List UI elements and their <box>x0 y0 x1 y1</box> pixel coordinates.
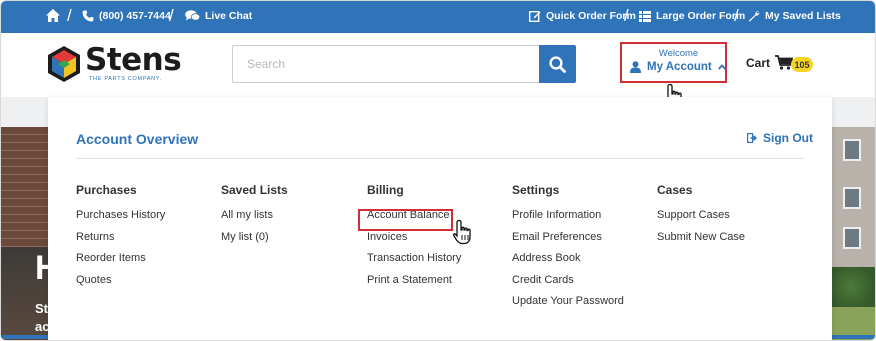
phone-icon <box>82 10 94 22</box>
live-chat-label: Live Chat <box>205 10 253 22</box>
menu-item-my-list[interactable]: My list (0) <box>221 231 288 253</box>
account-menu-panel: Account Overview Sign Out Purchases Purc… <box>48 97 832 340</box>
menu-item-address-book[interactable]: Address Book <box>512 252 624 274</box>
home-icon <box>46 9 60 22</box>
page-frame: / (800) 457-7444 / Live Chat Quick Order… <box>0 0 876 341</box>
house-window <box>843 187 861 209</box>
house-shrubs <box>831 267 875 307</box>
account-balance-highlight <box>358 209 453 231</box>
column-heading: Billing <box>367 183 404 197</box>
home-link[interactable] <box>46 9 60 22</box>
hero-subtext-1: St <box>35 301 48 316</box>
wrench-icon <box>748 11 760 22</box>
menu-column-saved-lists: Saved Lists All my lists My list (0) <box>221 183 288 252</box>
list-icon <box>639 10 651 22</box>
column-heading: Cases <box>657 183 693 197</box>
menu-column-settings: Settings Profile Information Email Prefe… <box>512 183 624 317</box>
cart-label: Cart <box>746 55 771 70</box>
my-account-dropdown[interactable]: Welcome My Account <box>620 42 727 83</box>
column-heading: Purchases <box>76 183 137 197</box>
stens-logo[interactable]: Stens THE PARTS COMPANY. <box>45 42 187 85</box>
menu-item-purchases-history[interactable]: Purchases History <box>76 209 165 231</box>
quick-order-label: Quick Order Form <box>546 10 636 22</box>
logo-tagline: THE PARTS COMPANY. <box>89 76 162 82</box>
house-window <box>843 139 861 161</box>
sign-out-label: Sign Out <box>763 131 813 145</box>
pointer-hand-icon <box>453 219 471 245</box>
logo-mark-icon <box>48 46 80 82</box>
menu-item-returns[interactable]: Returns <box>76 231 165 253</box>
separator: / <box>67 6 72 25</box>
menu-item-invoices[interactable]: Invoices <box>367 231 461 253</box>
live-chat-link[interactable]: Live Chat <box>185 10 252 22</box>
menu-column-cases: Cases Support Cases Submit New Case <box>657 183 745 252</box>
top-bar: / (800) 457-7444 / Live Chat Quick Order… <box>1 1 875 33</box>
menu-column-billing: Billing Account Balance Invoices Transac… <box>367 183 461 295</box>
chevron-up-icon <box>717 64 726 70</box>
saved-lists-link[interactable]: My Saved Lists <box>748 10 841 22</box>
menu-item-update-password[interactable]: Update Your Password <box>512 295 624 317</box>
column-heading: Saved Lists <box>221 183 288 197</box>
search-icon <box>549 55 566 73</box>
search-input[interactable] <box>232 45 539 83</box>
menu-divider <box>76 158 804 159</box>
menu-item-email-preferences[interactable]: Email Preferences <box>512 231 624 253</box>
menu-column-purchases: Purchases Purchases History Returns Reor… <box>76 183 165 295</box>
separator: / <box>169 6 174 25</box>
quick-order-link[interactable]: Quick Order Form <box>529 10 636 22</box>
menu-item-print-statement[interactable]: Print a Statement <box>367 274 461 296</box>
search-button[interactable] <box>539 45 576 83</box>
my-account-label: My Account <box>647 61 712 73</box>
cart-count-badge: 105 <box>791 57 813 72</box>
menu-item-credit-cards[interactable]: Credit Cards <box>512 274 624 296</box>
menu-item-submit-new-case[interactable]: Submit New Case <box>657 231 745 253</box>
house-window <box>843 227 861 249</box>
menu-item-support-cases[interactable]: Support Cases <box>657 209 745 231</box>
large-order-link[interactable]: Large Order Form <box>639 10 745 22</box>
menu-item-profile-information[interactable]: Profile Information <box>512 209 624 231</box>
cart-link[interactable]: Cart <box>746 55 794 70</box>
saved-lists-label: My Saved Lists <box>765 10 841 22</box>
logo-wordmark: Stens <box>85 42 182 78</box>
site-header: Stens THE PARTS COMPANY. Welcome My Acco… <box>1 33 875 97</box>
phone-number: (800) 457-7444 <box>99 10 171 22</box>
menu-item-all-my-lists[interactable]: All my lists <box>221 209 288 231</box>
edit-icon <box>529 11 541 22</box>
account-overview-link[interactable]: Account Overview <box>76 131 198 147</box>
separator: / <box>624 6 629 25</box>
hero-house-image <box>831 127 875 340</box>
large-order-label: Large Order Form <box>656 10 746 22</box>
welcome-label: Welcome <box>658 48 699 59</box>
my-account-toggle[interactable]: My Account <box>630 61 726 73</box>
menu-item-transaction-history[interactable]: Transaction History <box>367 252 461 274</box>
sign-out-icon <box>747 133 757 143</box>
menu-item-reorder-items[interactable]: Reorder Items <box>76 252 165 274</box>
sign-out-link[interactable]: Sign Out <box>747 131 813 145</box>
phone-link[interactable]: (800) 457-7444 <box>82 10 171 22</box>
menu-item-quotes[interactable]: Quotes <box>76 274 165 296</box>
user-icon <box>630 61 641 73</box>
separator: / <box>734 6 739 25</box>
chat-icon <box>185 10 200 21</box>
column-heading: Settings <box>512 183 560 197</box>
